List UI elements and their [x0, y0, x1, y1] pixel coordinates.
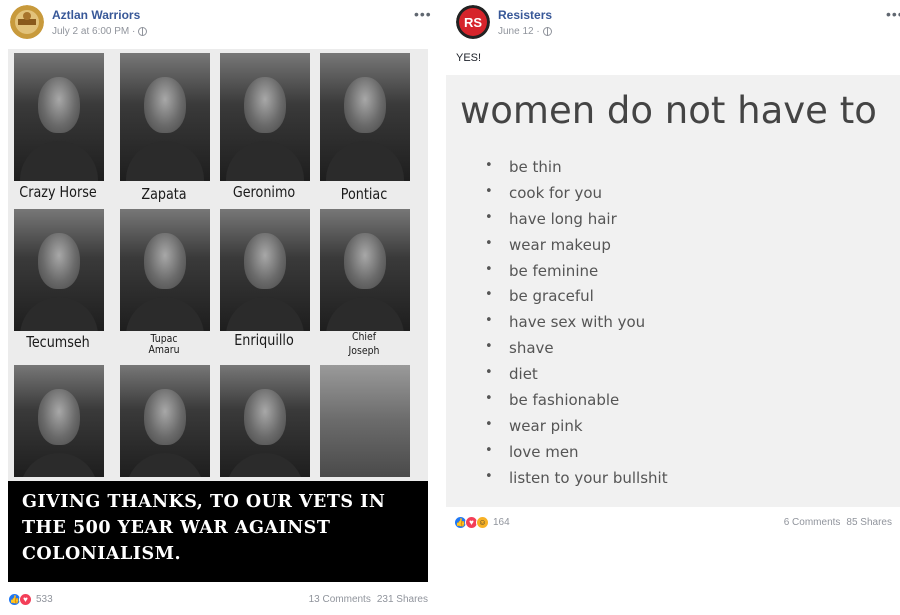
page-name[interactable]: Resisters: [498, 8, 552, 22]
post-header: Aztlan Warriors July 2 at 6:00 PM · •••: [10, 4, 446, 44]
list-item: shave: [482, 339, 668, 365]
avatar-initials: RS: [464, 15, 482, 30]
caption-pontiac: Pontiac: [340, 185, 388, 203]
portrait-crazy-horse: [14, 53, 104, 181]
list-item: be thin: [482, 158, 668, 184]
portrait-row3-2: [120, 365, 210, 477]
page-avatar[interactable]: RS: [456, 5, 490, 39]
portrait-tupac-amaru: [120, 209, 210, 331]
portrait-row3-1: [14, 365, 104, 477]
caption-enriquillo: Enriquillo: [234, 331, 294, 349]
caption-crazy-horse: Crazy Horse: [19, 183, 97, 201]
meme-banner-text: GIVING THANKS, TO OUR VETS IN THE 500 YE…: [8, 481, 428, 582]
banner-line: COLONIALISM.: [22, 544, 182, 564]
post-image[interactable]: Crazy Horse Zapata Geronimo Pontiac Tecu…: [8, 49, 428, 582]
post-timestamp[interactable]: July 2 at 6:00 PM ·: [52, 26, 135, 37]
list-item: be graceful: [482, 287, 668, 313]
portrait-row3-3: [220, 365, 310, 477]
portrait-enriquillo: [220, 209, 310, 331]
portrait-zapata: [120, 53, 210, 181]
caption-amaru: Amaru: [148, 343, 180, 356]
page-avatar[interactable]: [10, 5, 44, 39]
portrait-geronimo: [220, 53, 310, 181]
banner-line: THE 500 YEAR WAR AGAINST: [22, 518, 331, 538]
caption-zapata: Zapata: [141, 185, 187, 203]
list-item: listen to your bullshit: [482, 469, 668, 495]
portrait-chief-joseph: [320, 209, 410, 331]
card-title: women do not have to: [460, 89, 877, 132]
shares-count[interactable]: 85 Shares: [846, 517, 892, 528]
resisters-logo-icon: RS: [456, 5, 490, 39]
reactions-summary[interactable]: 👍 ♥ 533: [8, 592, 53, 606]
caption-joseph: Joseph: [348, 344, 380, 357]
aztlan-logo-icon: [10, 5, 44, 39]
list-item: love men: [482, 443, 668, 469]
reactions-count: 533: [36, 593, 53, 605]
page-name[interactable]: Aztlan Warriors: [52, 8, 140, 22]
comments-count[interactable]: 6 Comments: [784, 517, 841, 528]
post-resisters: RS Resisters June 12 · ••• YES! women do…: [446, 0, 900, 615]
post-footer: 👍 ♥ 533 13 Comments 231 Shares: [8, 590, 428, 608]
love-icon: ♥: [19, 592, 32, 606]
shares-count[interactable]: 231 Shares: [377, 594, 428, 605]
list-item: diet: [482, 365, 668, 391]
post-footer: 👍 ♥ ☺ 164 6 Comments 85 Shares: [454, 513, 892, 531]
caption-tecumseh: Tecumseh: [26, 333, 90, 351]
post-image-card[interactable]: women do not have to be thin cook for yo…: [446, 75, 900, 507]
post-aztlan-warriors: Aztlan Warriors July 2 at 6:00 PM · ••• …: [0, 0, 436, 615]
card-list: be thin cook for you have long hair wear…: [482, 158, 668, 495]
list-item: wear pink: [482, 417, 668, 443]
portrait-pontiac: [320, 53, 410, 181]
banner-line: GIVING THANKS, TO OUR VETS IN: [22, 492, 386, 512]
post-timestamp[interactable]: June 12 ·: [498, 26, 540, 37]
list-item: be fashionable: [482, 391, 668, 417]
more-options-icon[interactable]: •••: [886, 6, 900, 22]
post-meta: June 12 ·: [498, 26, 552, 37]
globe-icon: [138, 27, 148, 36]
list-item: be feminine: [482, 262, 668, 288]
list-item: have sex with you: [482, 313, 668, 339]
reactions-count: 164: [493, 516, 510, 528]
list-item: cook for you: [482, 184, 668, 210]
reactions-summary[interactable]: 👍 ♥ ☺ 164: [454, 515, 510, 529]
list-item: wear makeup: [482, 236, 668, 262]
globe-icon: [542, 27, 552, 36]
comments-count[interactable]: 13 Comments: [309, 594, 371, 605]
portrait-group-photo: [320, 365, 410, 477]
more-options-icon[interactable]: •••: [414, 6, 432, 22]
list-item: have long hair: [482, 210, 668, 236]
portrait-tecumseh: [14, 209, 104, 331]
post-meta: July 2 at 6:00 PM ·: [52, 26, 148, 37]
post-text: YES!: [456, 52, 482, 64]
post-header: RS Resisters June 12 · •••: [456, 4, 900, 44]
haha-icon: ☺: [476, 515, 489, 529]
caption-chief: Chief: [351, 330, 377, 343]
caption-geronimo: Geronimo: [232, 183, 296, 201]
